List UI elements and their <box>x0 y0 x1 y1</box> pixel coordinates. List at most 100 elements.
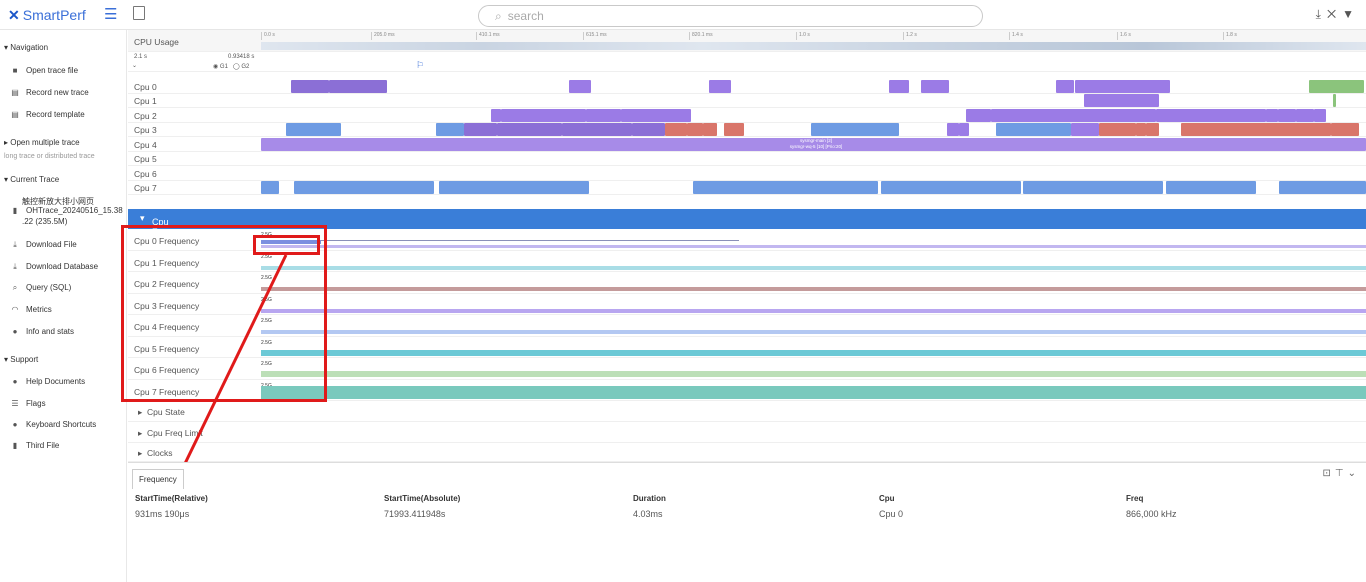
sidebar-item-record-template[interactable]: ▤ Record template <box>8 110 135 119</box>
sidebar-item-third-file[interactable]: ▮ Third File <box>8 441 135 450</box>
thread-slice[interactable] <box>996 123 1071 136</box>
sidebar-item-download-file[interactable]: ⤓ Download File <box>8 240 135 250</box>
thread-slice[interactable] <box>703 123 717 136</box>
thread-slice[interactable] <box>1314 109 1326 122</box>
filter-icon[interactable]: ⊤ <box>1335 468 1348 479</box>
header-duration[interactable]: Duration <box>633 494 666 503</box>
thread-slice[interactable] <box>1279 181 1366 194</box>
sidebar-item-info[interactable]: ● Info and stats <box>8 327 135 336</box>
sidebar-item-help[interactable]: ● Help Documents <box>8 377 135 386</box>
sidebar-item-query[interactable]: ⌕ Query (SQL) <box>8 283 135 293</box>
g1-radio[interactable]: ◉ G1 <box>213 63 228 70</box>
thread-slice[interactable] <box>1266 109 1278 122</box>
thread-slice[interactable] <box>709 80 731 93</box>
thread-slice[interactable] <box>562 123 632 136</box>
thread-slice[interactable] <box>632 123 665 136</box>
cpu-row[interactable]: Cpu 0 <box>128 79 1366 94</box>
thread-slice[interactable] <box>947 123 959 136</box>
thread-slice[interactable] <box>1333 94 1336 107</box>
cpu-row[interactable]: Cpu 3 <box>128 122 1366 137</box>
cpu-lane[interactable] <box>261 122 1366 136</box>
thread-slice[interactable] <box>497 123 562 136</box>
sidebar-item-shortcuts[interactable]: ● Keyboard Shortcuts <box>8 420 135 429</box>
thread-slice[interactable] <box>1075 80 1170 93</box>
sidebar-item-metrics[interactable]: ◠ Metrics <box>8 305 135 314</box>
thread-slice[interactable] <box>881 181 1021 194</box>
thread-slice[interactable] <box>1296 109 1314 122</box>
thread-slice[interactable] <box>621 109 691 122</box>
cpu-row[interactable]: Cpu 7 <box>128 180 1366 195</box>
frequency-lane[interactable]: 2.5G <box>261 380 1366 401</box>
cpu-lane[interactable] <box>261 79 1366 93</box>
thread-slice[interactable] <box>921 80 949 93</box>
open-multiple-section[interactable]: ▸ Open multiple trace <box>4 138 131 147</box>
chevron-down-icon[interactable]: ⌄ <box>1348 468 1360 479</box>
thread-slice[interactable] <box>693 181 878 194</box>
thread-slice[interactable] <box>294 181 434 194</box>
thread-slice[interactable] <box>1309 80 1364 93</box>
thread-slice[interactable] <box>501 109 586 122</box>
thread-slice[interactable] <box>959 123 969 136</box>
header-cpu[interactable]: Cpu <box>879 494 895 503</box>
menu-icon[interactable]: ☰ <box>104 5 117 23</box>
flag-icon[interactable]: ⚐ <box>416 60 424 71</box>
header-freq[interactable]: Freq <box>1126 494 1143 503</box>
thread-slice[interactable] <box>1156 109 1266 122</box>
thread-slice[interactable] <box>329 80 387 93</box>
thread-slice[interactable] <box>491 109 501 122</box>
frequency-lane[interactable]: 2.5G <box>261 315 1366 336</box>
thread-slice[interactable] <box>889 80 909 93</box>
header-start-relative[interactable]: StartTime(Relative) <box>135 494 208 503</box>
cpu-row[interactable]: Cpu 5 <box>128 151 1366 166</box>
frequency-lane[interactable]: 2.5G <box>261 294 1366 315</box>
tab-frequency[interactable]: Frequency <box>132 469 184 489</box>
sidebar-item-trace-file[interactable]: ▮ OHTrace_20240516_15.38 <box>8 206 135 215</box>
panel-icons[interactable]: ⊡⊤⌄ <box>1323 468 1361 479</box>
thread-slice[interactable] <box>1181 123 1331 136</box>
thread-slice[interactable] <box>724 123 744 136</box>
cpu-usage-row[interactable]: CPU Usage 0.0 s 205.0 ms 410.1 ms 615.1 ms 8… <box>128 30 1366 52</box>
frequency-lane[interactable]: 2.5G <box>261 358 1366 379</box>
thread-slice[interactable] <box>291 80 329 93</box>
filter-icon[interactable]: ▼ <box>1342 7 1360 21</box>
cpu-lane[interactable] <box>261 166 1366 180</box>
sidebar-item-open-trace[interactable]: ■ Open trace file <box>8 66 135 75</box>
thread-slice[interactable] <box>261 181 279 194</box>
thread-slice[interactable] <box>966 109 991 122</box>
current-trace-section[interactable]: ▾ Current Trace <box>4 175 131 184</box>
thread-slice[interactable] <box>1278 109 1296 122</box>
thread-slice[interactable] <box>1071 123 1099 136</box>
thread-slice[interactable] <box>569 80 591 93</box>
clocks-group[interactable]: ▸ Clocks <box>128 443 1366 462</box>
pin-icon[interactable]: ⊡ <box>1323 468 1335 479</box>
thread-slice[interactable] <box>1099 123 1136 136</box>
thread-slice[interactable] <box>1166 181 1256 194</box>
top-right-icons[interactable]: ⤓✕▼ <box>1316 7 1360 22</box>
cpu-row[interactable]: Cpu 4 sysmgr-main [2] sysmgr-wq-5 [10] [Pr… <box>128 137 1366 152</box>
thread-slice[interactable] <box>665 123 687 136</box>
thread-slice[interactable] <box>1136 123 1146 136</box>
thread-slice[interactable] <box>1084 94 1159 107</box>
collapse-icon[interactable]: ⌄ <box>132 62 137 69</box>
frequency-lane[interactable]: 2.5G <box>261 251 1366 272</box>
thread-slice[interactable] <box>991 109 1156 122</box>
thread-slice[interactable] <box>1056 80 1074 93</box>
file-icon[interactable] <box>133 6 145 20</box>
thread-slice[interactable] <box>464 123 497 136</box>
thread-slice[interactable] <box>687 123 703 136</box>
cpu-lane[interactable] <box>261 108 1366 122</box>
thread-slice[interactable] <box>811 123 899 136</box>
cpu-state-group[interactable]: ▸ Cpu State <box>128 401 1366 422</box>
thread-slice[interactable] <box>1146 123 1159 136</box>
support-section[interactable]: ▾ Support <box>4 355 131 364</box>
cpu-lane[interactable] <box>261 151 1366 165</box>
cpu-row[interactable]: Cpu 6 <box>128 166 1366 181</box>
download-icon[interactable]: ⤓ <box>1316 7 1327 21</box>
g2-radio[interactable]: ◯ G2 <box>233 63 249 70</box>
sidebar-item-record-new[interactable]: ▤ Record new trace <box>8 88 135 97</box>
thread-slice[interactable] <box>586 109 621 122</box>
cpu-row[interactable]: Cpu 2 <box>128 108 1366 123</box>
cpu-row[interactable]: Cpu 1 <box>128 93 1366 108</box>
search-input[interactable]: ⌕ search <box>478 5 983 27</box>
cpu-freq-limit-group[interactable]: ▸ Cpu Freq Limit <box>128 422 1366 443</box>
